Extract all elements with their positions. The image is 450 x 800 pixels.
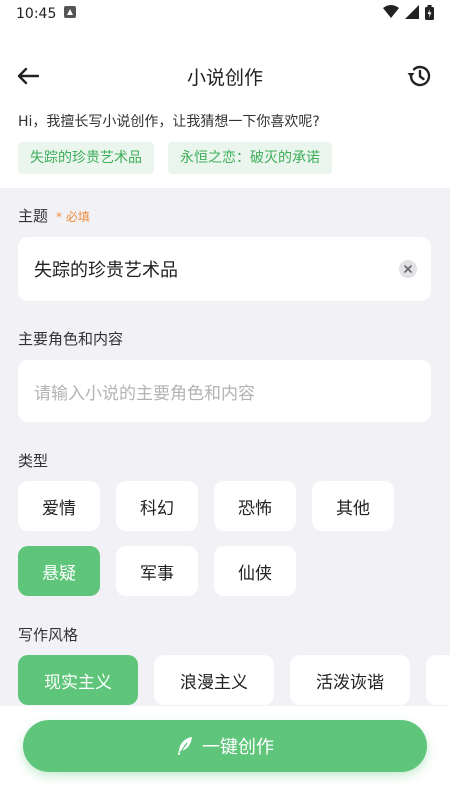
genre-chip-xianxia[interactable]: 仙侠	[214, 546, 296, 596]
suggestion-list: 失踪的珍贵艺术品 永恒之恋：破灭的承诺	[18, 142, 332, 174]
clear-button[interactable]	[399, 260, 417, 278]
feather-icon	[178, 737, 192, 755]
bottom-bar: 一键创作	[0, 706, 450, 800]
genre-chip-romance[interactable]: 爱情	[18, 481, 100, 531]
wifi-icon	[383, 5, 399, 23]
style-label: 写作风格	[18, 626, 79, 644]
theme-input-value: 失踪的珍贵艺术品	[34, 260, 178, 281]
page-title: 小说创作	[186, 66, 263, 89]
history-button[interactable]	[404, 61, 434, 91]
genre-chip-horror[interactable]: 恐怖	[214, 481, 296, 531]
status-bar: 10:45	[0, 0, 450, 28]
battery-icon	[425, 4, 434, 24]
create-button[interactable]: 一键创作	[23, 720, 427, 772]
genre-chip-military[interactable]: 军事	[116, 546, 198, 596]
style-chip-romanticism[interactable]: 浪漫主义	[154, 655, 274, 705]
genre-chip-other[interactable]: 其他	[312, 481, 394, 531]
style-chip-humor[interactable]: 活泼诙谐	[290, 655, 410, 705]
back-button[interactable]	[14, 62, 42, 90]
genre-label: 类型	[18, 452, 49, 470]
characters-placeholder: 请输入小说的主要角色和内容	[34, 383, 255, 404]
close-icon	[404, 265, 412, 273]
style-chip-realism[interactable]: 现实主义	[18, 655, 138, 705]
genre-chip-mystery[interactable]: 悬疑	[18, 546, 100, 596]
suggestion-chip-1[interactable]: 失踪的珍贵艺术品	[18, 142, 154, 174]
theme-label: 主题 * 必填	[18, 205, 90, 226]
theme-input[interactable]: 失踪的珍贵艺术品	[18, 237, 431, 301]
genre-chip-scifi[interactable]: 科幻	[116, 481, 198, 531]
status-time: 10:45	[16, 6, 57, 22]
notification-icon	[64, 6, 77, 22]
suggestion-chip-2[interactable]: 永恒之恋：破灭的承诺	[168, 142, 332, 174]
characters-input[interactable]: 请输入小说的主要角色和内容	[18, 360, 431, 422]
style-row: 现实主义 浪漫主义 活泼诙谐	[18, 655, 450, 705]
genre-row-2: 悬疑 军事 仙侠	[18, 546, 296, 596]
app-header: 小说创作	[0, 52, 450, 100]
create-button-label: 一键创作	[202, 737, 274, 758]
theme-label-text: 主题	[18, 207, 49, 225]
signal-icon	[405, 5, 419, 23]
style-chip-more[interactable]	[426, 655, 450, 705]
greeting-text: Hi，我擅长写小说创作，让我猜想一下你喜欢呢?	[18, 114, 320, 130]
arrow-left-icon	[17, 67, 39, 85]
genre-row-1: 爱情 科幻 恐怖 其他	[18, 481, 394, 531]
characters-label: 主要角色和内容	[18, 330, 124, 348]
required-tag: * 必填	[56, 210, 90, 224]
history-icon	[407, 65, 431, 87]
